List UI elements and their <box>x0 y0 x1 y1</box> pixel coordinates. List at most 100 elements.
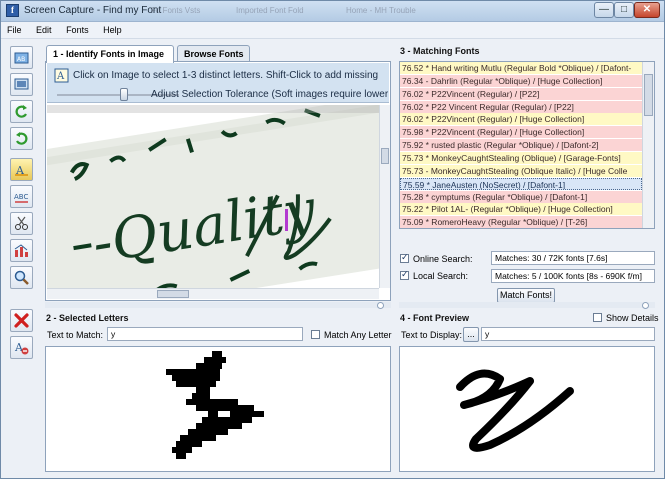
font-preview-glyph <box>456 369 574 452</box>
letter-eraser-icon: A <box>14 341 29 355</box>
rotate-left-button[interactable] <box>10 100 33 123</box>
window-title: Screen Capture - Find my Font <box>24 5 162 16</box>
font-match-row[interactable]: 75.59 * JaneAusten (NoSecret) / [Dafont-… <box>400 177 642 190</box>
hint-area: A Click on Image to select 1-3 distinct … <box>47 63 389 103</box>
image-vscroll-thumb[interactable] <box>381 148 389 164</box>
erase-letter-button[interactable]: A <box>10 336 33 359</box>
menu-fonts[interactable]: Fonts <box>60 22 95 35</box>
font-preview-canvas <box>399 346 655 472</box>
font-match-row[interactable]: 75.98 * P22Vincent (Regular) / [Huge Col… <box>400 126 642 139</box>
app-window: f Screen Capture - Find my Font Fo Fonts… <box>0 0 665 479</box>
font-match-row[interactable]: 75.09 * RomeroHeavy (Regular *Oblique) /… <box>400 216 642 228</box>
menu-bar: File Edit Fonts Help <box>1 22 664 39</box>
app-icon: f <box>6 4 19 17</box>
fonts-list-scroll-thumb[interactable] <box>644 74 653 116</box>
abc-tool-button[interactable]: ABC <box>10 185 33 208</box>
identify-fonts-panel: A Click on Image to select 1-3 distinct … <box>45 61 391 301</box>
title-bar: f Screen Capture - Find my Font Fo Fonts… <box>1 1 664 22</box>
background-taskbar-tabs: Fo Fonts Vsts Imported Font Fold Home - … <box>151 4 471 18</box>
scissors-icon <box>15 216 28 230</box>
tolerance-label: Adjust Selection Tolerance (Soft images … <box>151 89 389 100</box>
panel2-title: 2 - Selected Letters <box>46 313 129 323</box>
text-to-match-input[interactable]: y <box>107 327 303 341</box>
show-details-checkbox[interactable] <box>593 313 602 322</box>
letter-select-icon: A <box>15 164 28 177</box>
font-match-row[interactable]: 76.02 * P22Vincent (Regular) / [P22] <box>400 87 642 100</box>
auto-select-button[interactable]: A <box>10 158 33 181</box>
text-to-display-label: Text to Display: <box>401 330 463 340</box>
magnifier-icon <box>14 270 29 285</box>
match-any-letter-label: Match Any Letter <box>324 330 392 340</box>
maximize-button[interactable]: □ <box>614 2 634 18</box>
zoom-button[interactable] <box>10 266 33 289</box>
font-match-row[interactable]: 75.73 - MonkeyCaughtStealing (Oblique It… <box>400 164 642 177</box>
image-hscroll-thumb[interactable] <box>157 290 189 298</box>
text-to-match-label: Text to Match: <box>47 330 104 340</box>
svg-text:A: A <box>56 71 65 82</box>
hint-text: Click on Image to select 1-3 distinct le… <box>73 70 379 81</box>
source-image-canvas[interactable]: -Quality <box>47 105 379 288</box>
panel4-title: 4 - Font Preview <box>400 313 470 323</box>
chart-icon <box>14 244 28 257</box>
chart-tool-button[interactable] <box>10 239 33 262</box>
fonts-list-scrollbar[interactable] <box>642 62 654 228</box>
tab-browse-fonts[interactable]: Browse Fonts <box>177 45 250 62</box>
font-match-row[interactable]: 75.92 * rusted plastic (Regular *Oblique… <box>400 139 642 152</box>
image-horizontal-scrollbar[interactable] <box>47 288 379 299</box>
font-preview-options-button[interactable]: ... <box>463 327 479 342</box>
font-match-row[interactable]: 75.28 * cymptums (Regular *Oblique) / [D… <box>400 190 642 203</box>
left-toolbar: AB A ABC A <box>10 43 40 363</box>
right-splitter-grip[interactable] <box>642 302 649 309</box>
image-vertical-scrollbar[interactable] <box>379 105 390 288</box>
background-tab-2: Imported Font Fold <box>236 6 304 15</box>
image-ab-icon: AB <box>14 52 29 64</box>
show-details-label: Show Details <box>606 313 659 323</box>
font-match-row[interactable]: 76.52 * Hand writing Mutlu (Regular Bold… <box>400 62 642 74</box>
cut-button[interactable] <box>10 212 33 235</box>
left-splitter-grip[interactable] <box>377 302 384 309</box>
match-fonts-button[interactable]: Match Fonts! <box>497 288 555 303</box>
screen-capture-button[interactable] <box>10 73 33 96</box>
online-search-label: Online Search: <box>413 254 473 264</box>
local-search-result: Matches: 5 / 100K fonts [8s - 690K f/m] <box>491 269 655 283</box>
minimize-button[interactable]: — <box>594 2 614 18</box>
menu-edit[interactable]: Edit <box>30 22 58 35</box>
font-match-row[interactable]: 75.73 * MonkeyCaughtStealing (Oblique) /… <box>400 151 642 164</box>
panel3-title: 3 - Matching Fonts <box>400 46 480 56</box>
quality-handwriting-image[interactable]: -Quality <box>47 105 379 288</box>
font-match-row[interactable]: 75.22 * Pilot 1AL- (Regular *Oblique) / … <box>400 203 642 216</box>
tolerance-slider-thumb[interactable] <box>120 88 128 101</box>
menu-help[interactable]: Help <box>97 22 128 35</box>
abc-icon: ABC <box>14 193 28 203</box>
online-search-result: Matches: 30 / 72K fonts [7.6s] <box>491 251 655 265</box>
tab-identify-fonts[interactable]: 1 - Identify Fonts in Image <box>46 45 174 63</box>
background-tab-1: Fo Fonts Vsts <box>151 6 201 15</box>
svg-text:ABC: ABC <box>14 193 28 201</box>
local-search-label: Local Search: <box>413 271 469 281</box>
rotate-right-button[interactable] <box>10 127 33 150</box>
font-match-row[interactable]: 76.02 * P22 Vincent Regular (Regular) / … <box>400 100 642 113</box>
menu-file[interactable]: File <box>1 22 28 35</box>
remove-letter-button[interactable] <box>10 309 33 332</box>
selection-marker <box>285 209 288 231</box>
rotate-left-icon <box>15 105 27 118</box>
match-any-letter-checkbox[interactable] <box>311 330 320 339</box>
matching-fonts-list: 76.52 * Hand writing Mutlu (Regular Bold… <box>399 61 655 229</box>
selected-letter-bitmap <box>166 351 264 459</box>
text-to-display-input[interactable]: y <box>481 327 655 341</box>
svg-text:AB: AB <box>17 56 25 63</box>
online-search-checkbox[interactable] <box>400 252 409 263</box>
font-match-row[interactable]: 76.02 * P22Vincent (Regular) / [Huge Col… <box>400 113 642 126</box>
close-button[interactable]: ✕ <box>634 2 660 18</box>
red-x-icon <box>14 313 29 328</box>
font-match-row[interactable]: 76.34 - Dahrlin (Regular *Oblique) / [Hu… <box>400 74 642 87</box>
left-splitter[interactable] <box>45 302 391 309</box>
open-image-button[interactable]: AB <box>10 46 33 69</box>
screen-capture-icon <box>14 78 29 90</box>
background-tab-3: Home - MH Trouble <box>346 6 416 15</box>
rotate-right-icon <box>16 132 28 145</box>
pointer-letter-icon: A <box>54 68 69 83</box>
local-search-checkbox[interactable] <box>400 269 409 280</box>
right-splitter[interactable] <box>399 302 655 309</box>
selected-letters-canvas <box>45 346 391 472</box>
